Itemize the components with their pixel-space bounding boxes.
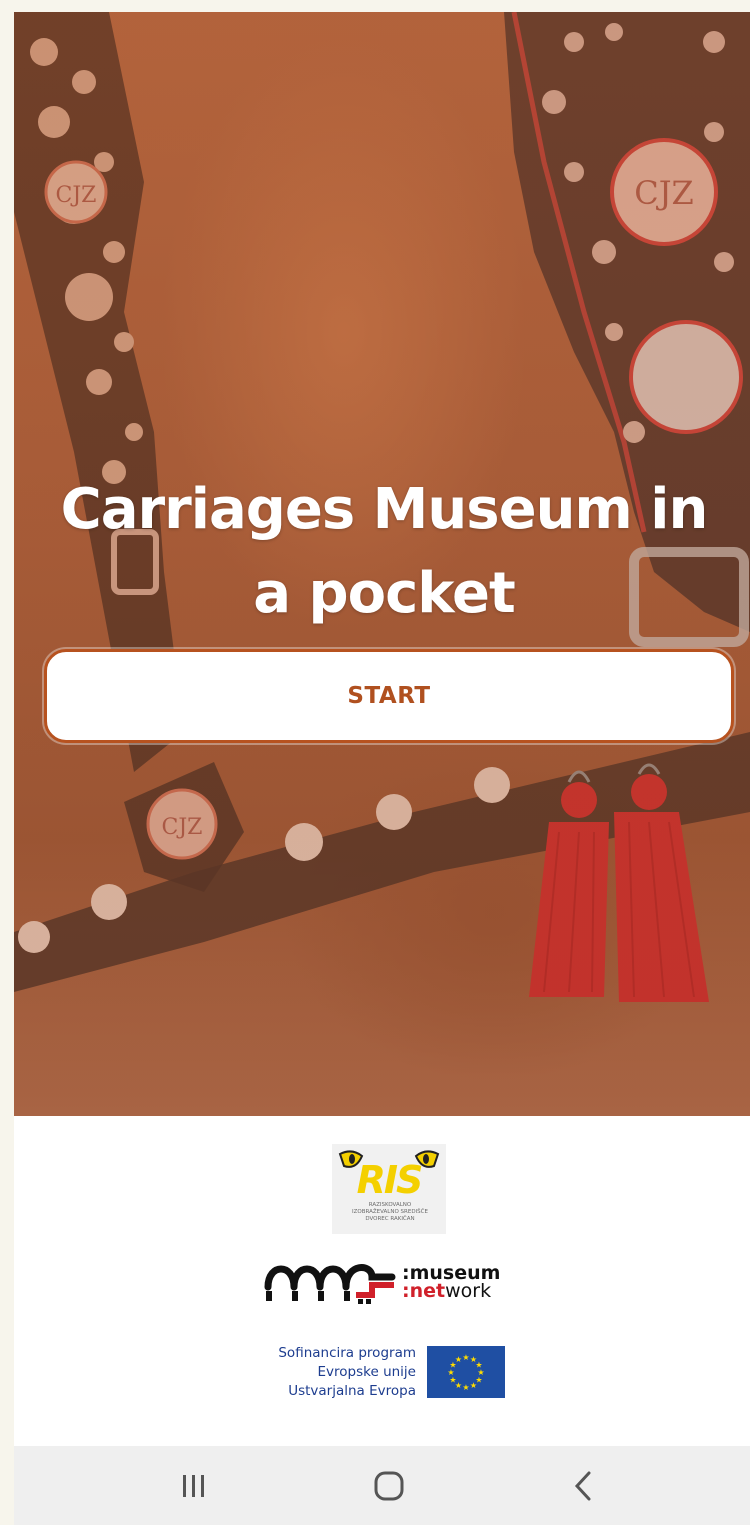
ris-logo: RIS RAZISKOVALNO IZOBRAŽEVALNO SREDIŠČE …	[332, 1144, 446, 1234]
eu-text-line1: Sofinancira program	[278, 1345, 416, 1361]
ris-logo-subtitle: RAZISKOVALNO IZOBRAŽEVALNO SREDIŠČE DVOR…	[352, 1202, 428, 1222]
eu-funding-text: Sofinancira program Evropske unije Ustva…	[264, 1344, 416, 1401]
eu-star-icon: ★	[462, 1353, 469, 1362]
eu-star-icon: ★	[470, 1381, 477, 1390]
page-title: Carriages Museum in a pocket	[60, 476, 709, 626]
recent-apps-button[interactable]	[134, 1446, 254, 1525]
home-icon	[374, 1471, 404, 1500]
eu-star-icon: ★	[462, 1383, 469, 1392]
eu-flag-icon: ★ ★ ★ ★ ★ ★ ★ ★ ★ ★ ★ ★	[427, 1346, 505, 1398]
app-screen: CJZ CJZ CJZ Carriages Museum in a pocket…	[14, 12, 750, 1525]
back-icon	[574, 1471, 591, 1500]
home-button[interactable]	[329, 1446, 449, 1525]
ris-logo-text: RIS	[356, 1158, 424, 1202]
back-button[interactable]	[524, 1446, 644, 1525]
recent-apps-icon	[183, 1474, 204, 1497]
museum-network-text: :museum :network	[402, 1264, 500, 1302]
start-button[interactable]: START	[44, 649, 734, 743]
eu-star-icon: ★	[455, 1355, 462, 1364]
museum-network-line2-red: :net	[402, 1280, 446, 1302]
system-navigation-bar	[14, 1446, 750, 1525]
eu-text-line2: Evropske unije	[317, 1364, 417, 1380]
eu-text-line3: Ustvarjalna Evropa	[288, 1383, 416, 1399]
museum-network-line2: work	[445, 1280, 492, 1302]
